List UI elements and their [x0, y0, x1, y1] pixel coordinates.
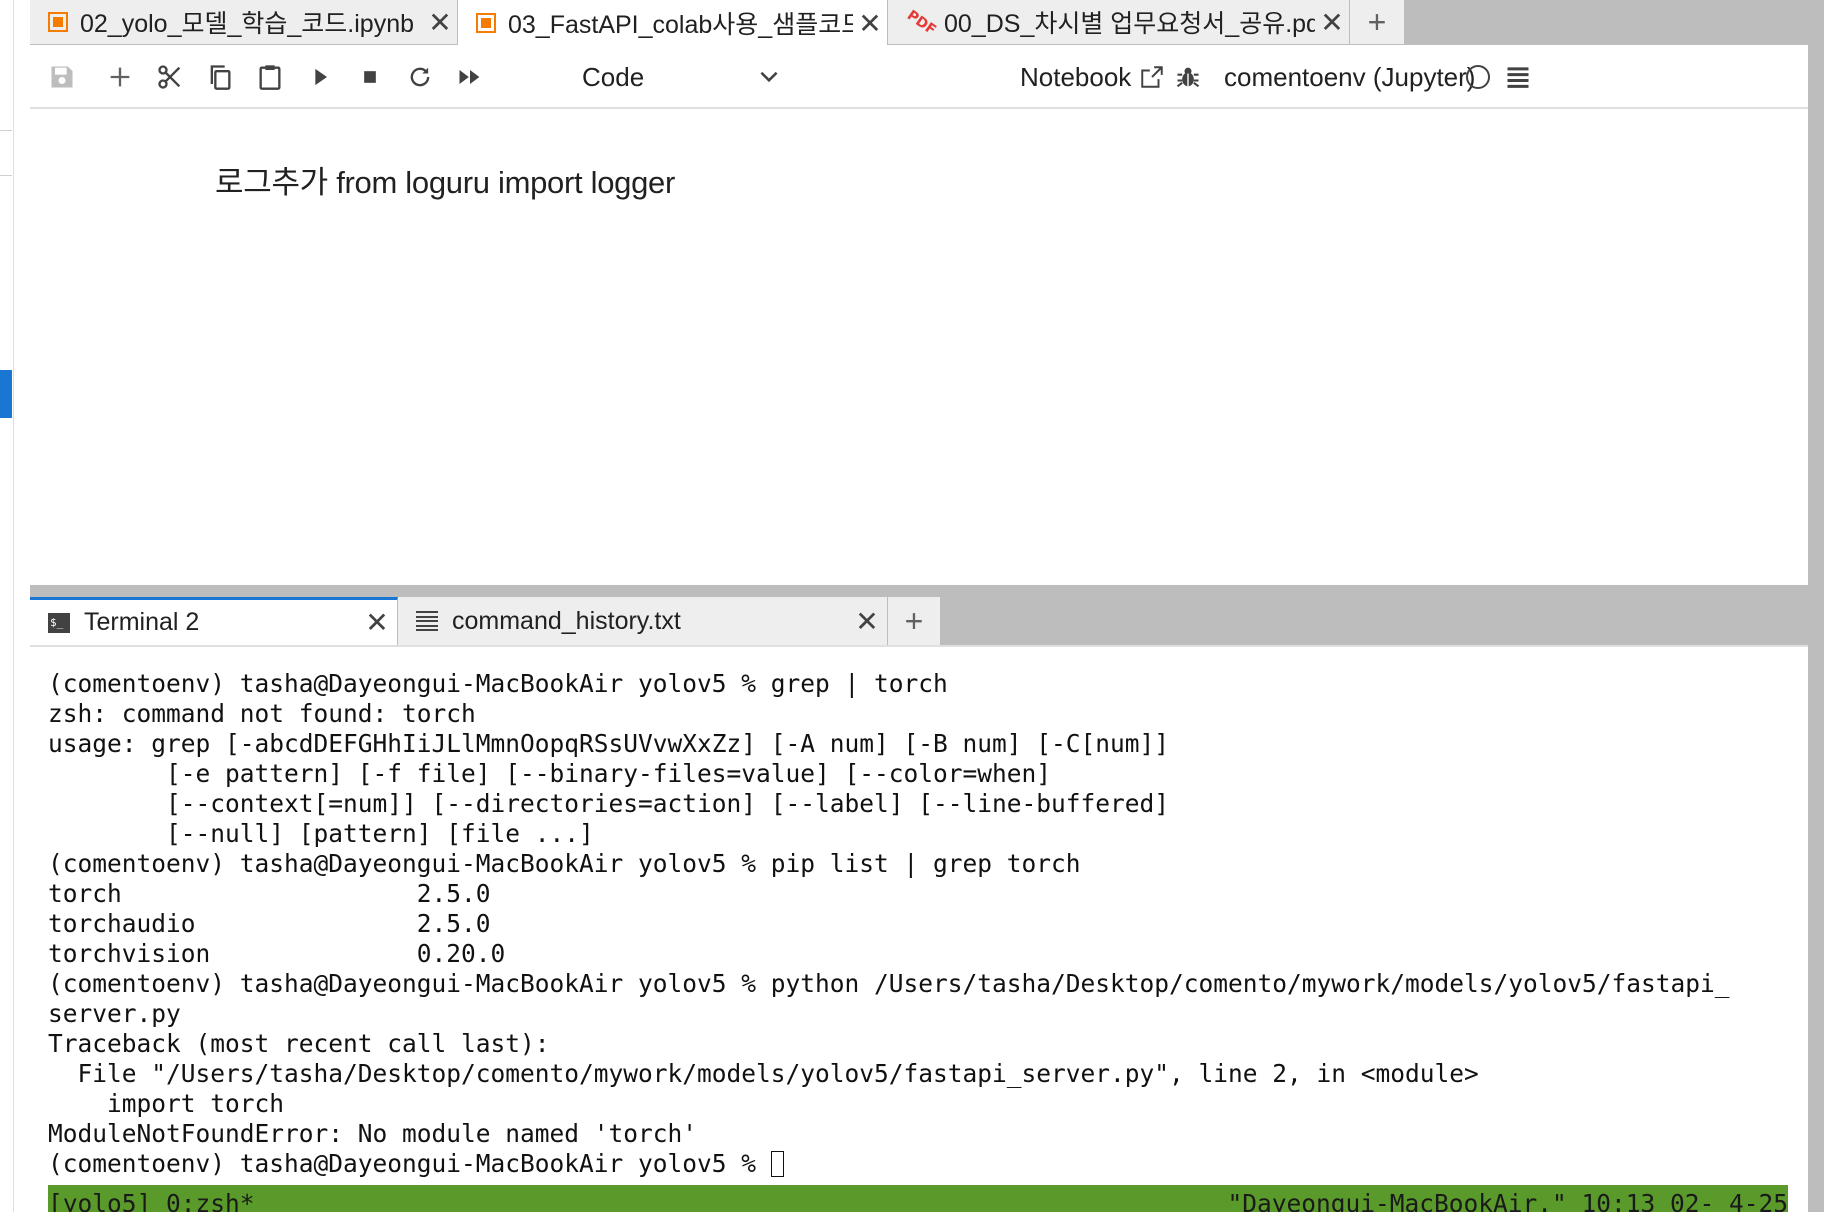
terminal-line: (comentoenv) tasha@Dayeongui-MacBookAir …: [48, 669, 948, 698]
terminal-line: zsh: command not found: torch: [48, 699, 476, 728]
debugger-button[interactable]: [1170, 59, 1206, 95]
terminal-line: server.py: [48, 999, 181, 1028]
terminal-line: torchaudio 2.5.0: [48, 909, 491, 938]
tmux-status-bar: [yolo5] 0:zsh* "Dayeongui-MacBookAir." 1…: [48, 1185, 1788, 1212]
terminal-line: (comentoenv) tasha@Dayeongui-MacBookAir …: [48, 849, 1081, 878]
close-icon[interactable]: ✕: [1315, 6, 1349, 39]
terminal-line: [--context[=num]] [--directories=action]…: [48, 789, 1170, 818]
save-button[interactable]: [44, 59, 80, 95]
restart-button[interactable]: [402, 59, 438, 95]
tab-yolo-notebook[interactable]: 02_yolo_모델_학습_코드.ipynb ✕: [30, 0, 458, 44]
text-file-icon: [416, 611, 438, 631]
terminal-line: torch 2.5.0: [48, 879, 491, 908]
terminal-cursor: [770, 1151, 784, 1177]
tab-label: 00_DS_차시별 업무요청서_공유.pdf: [944, 10, 1315, 38]
terminal-line: torchvision 0.20.0: [48, 939, 506, 968]
tab-terminal-2[interactable]: $_ Terminal 2 ✕: [30, 597, 398, 645]
tmux-host-time: "Dayeongui-MacBookAir." 10:13 02- 4-25: [1227, 1189, 1788, 1212]
left-sidebar-strip: [0, 0, 30, 1212]
terminal-icon: $_: [48, 612, 70, 633]
add-cell-button[interactable]: [102, 59, 138, 95]
tab-command-history[interactable]: command_history.txt ✕: [398, 597, 888, 645]
run-icon: [315, 68, 327, 86]
save-icon: [51, 66, 73, 88]
kernel-name[interactable]: comentoenv (Jupyter): [1224, 57, 1475, 97]
tab-label: 03_FastAPI_colab사용_샘플코드.ipynb: [508, 11, 853, 39]
add-cell-icon: [110, 67, 130, 87]
run-all-button[interactable]: [452, 59, 488, 95]
sidebar-divider: [0, 175, 12, 176]
paste-button[interactable]: [252, 59, 288, 95]
close-icon[interactable]: ✕: [847, 605, 887, 638]
tmux-session-label: [yolo5] 0:zsh*: [48, 1189, 255, 1212]
sidebar-divider: [0, 130, 12, 131]
tab-fastapi-notebook[interactable]: 03_FastAPI_colab사용_샘플코드.ipynb ✕: [458, 0, 888, 46]
pdf-icon: PDF: [903, 7, 939, 39]
run-button[interactable]: [302, 59, 338, 95]
external-link-icon: [1141, 66, 1164, 88]
markdown-cell[interactable]: 로그추가 from loguru import logger: [215, 157, 675, 202]
kernel-label: comentoenv (Jupyter): [1224, 61, 1476, 92]
close-icon[interactable]: ✕: [423, 6, 457, 39]
sidebar-selection-indicator[interactable]: [0, 370, 12, 418]
cut-icon: [158, 65, 181, 89]
open-notebook-button[interactable]: Notebook: [1020, 57, 1165, 97]
stop-icon: [364, 71, 376, 83]
new-tab-button[interactable]: +: [1350, 0, 1404, 44]
terminal-prompt: (comentoenv) tasha@Dayeongui-MacBookAir …: [48, 1149, 771, 1178]
terminal-line: import torch: [48, 1089, 285, 1118]
document-tab-bar: 02_yolo_모델_학습_코드.ipynb ✕ 03_FastAPI_cola…: [30, 0, 1824, 46]
terminal-line: [-e pattern] [-f file] [--binary-files=v…: [48, 759, 1052, 788]
terminal-line: [--null] [pattern] [file ...]: [48, 819, 594, 848]
cell-type-dropdown[interactable]: Code: [582, 57, 782, 97]
copy-button[interactable]: [202, 59, 238, 95]
tab-pdf-document[interactable]: PDF 00_DS_차시별 업무요청서_공유.pdf ✕: [888, 0, 1350, 44]
terminal-line: File "/Users/tasha/Desktop/comento/mywor…: [48, 1059, 1479, 1088]
chevron-down-icon: [760, 71, 778, 83]
new-terminal-tab-button[interactable]: +: [888, 597, 940, 645]
terminal-line: (comentoenv) tasha@Dayeongui-MacBookAir …: [48, 969, 1730, 998]
terminal-line: usage: grep [-abcdDEFGHhIiJLlMmnOopqRSsU…: [48, 729, 1170, 758]
terminal-prompt-line[interactable]: (comentoenv) tasha@Dayeongui-MacBookAir …: [48, 1149, 1730, 1179]
menu-button[interactable]: [1500, 59, 1536, 95]
fast-forward-icon: [459, 70, 480, 84]
sidebar-edge: [13, 0, 14, 1212]
hamburger-menu-icon: [1507, 67, 1529, 88]
cell-type-value: Code: [582, 61, 645, 92]
paste-icon: [259, 65, 281, 90]
cut-button[interactable]: [152, 59, 188, 95]
close-icon[interactable]: ✕: [357, 606, 397, 639]
notebook-icon: [48, 12, 68, 32]
terminal-output[interactable]: (comentoenv) tasha@Dayeongui-MacBookAir …: [48, 669, 1730, 1179]
terminal-panel[interactable]: (comentoenv) tasha@Dayeongui-MacBookAir …: [30, 645, 1808, 1212]
bug-icon: [1176, 67, 1200, 88]
close-icon[interactable]: ✕: [853, 7, 887, 40]
notebook-toolbar: Code Notebook comentoenv (Jupyter): [30, 45, 1808, 109]
notebook-icon: [476, 13, 496, 33]
terminal-line: Traceback (most recent call last):: [48, 1029, 550, 1058]
kernel-status: [1466, 57, 1490, 97]
copy-icon: [210, 65, 231, 90]
kernel-idle-icon: [1466, 65, 1490, 89]
stop-button[interactable]: [352, 59, 388, 95]
tab-label: command_history.txt: [452, 606, 681, 635]
tab-label: Terminal 2: [84, 608, 200, 636]
notebook-label: Notebook: [1020, 61, 1132, 92]
terminal-tab-bar: $_ Terminal 2 ✕ command_history.txt ✕ +: [30, 597, 1808, 645]
notebook-panel: Code Notebook comentoenv (Jupyter) 로그추가 …: [30, 45, 1808, 585]
restart-icon: [410, 67, 430, 87]
tab-label: 02_yolo_모델_학습_코드.ipynb: [80, 10, 414, 38]
terminal-line: ModuleNotFoundError: No module named 'to…: [48, 1119, 698, 1148]
